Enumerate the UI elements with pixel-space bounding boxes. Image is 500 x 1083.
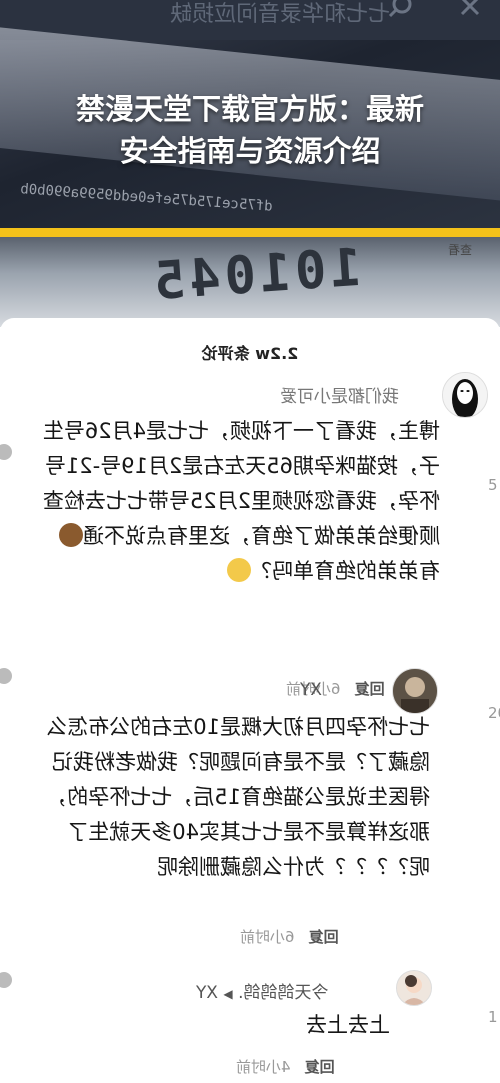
emoji-icon <box>227 558 251 582</box>
photo-corner-label: 查看 <box>448 243 473 257</box>
reply-to-username[interactable]: XY <box>196 983 218 1003</box>
comment-text: 博主，我看了一下视频，七七是4月26号生子，按猫咪孕期65天左右是2月19号-2… <box>40 414 440 589</box>
comment-time: 6小时前 <box>240 928 295 946</box>
comment-text: 上去上去 <box>306 1013 390 1037</box>
photo-number: 101045 <box>148 237 364 313</box>
photo-avatar-icon <box>393 669 437 713</box>
like-count: 1 <box>488 1008 498 1026</box>
photo-avatar-icon <box>397 971 431 1005</box>
reply-arrow-icon: ▶ <box>223 987 233 1001</box>
avatar[interactable] <box>396 970 432 1006</box>
comment-username: 今天鸽鸽鸽. ▶ XY <box>196 978 386 1003</box>
header-banner: 七七和华录音问应损缺 df75ce175d75efe0edd9599a990b0… <box>0 0 500 232</box>
comment-username[interactable]: XY <box>300 680 380 700</box>
like-icon[interactable] <box>0 668 12 684</box>
comments-panel: 2.2w 条评论 我们都是小可爱 博主，我看了一下视频，七七是4月26号生子，按… <box>0 318 500 1083</box>
comment-body: 博主，我看了一下视频，七七是4月26号生子，按猫咪孕期65天左右是2月19号-2… <box>42 419 440 548</box>
like-icon[interactable] <box>0 972 12 988</box>
comment-time: 4小时前 <box>236 1058 291 1076</box>
search-icon <box>388 0 412 18</box>
like-icon[interactable] <box>0 444 12 460</box>
article-title: 禁漫天堂下载官方版：最新 安全指南与资源介绍 <box>0 88 500 172</box>
comment-count: 2.2w 条评论 <box>201 344 299 363</box>
hash-text: df75ce175d75efe0edd9599a990b0b <box>19 181 274 215</box>
close-icon <box>460 0 480 16</box>
no-face-avatar-icon <box>443 373 487 417</box>
like-count: 5 <box>488 476 498 494</box>
comment-text: 七七怀孕四月初大概是10左右的公布怎么隐藏了？是不是有问题呢？我做老粉我记得医生… <box>46 715 430 879</box>
comment-meta: 回复 4小时前 <box>236 1056 386 1077</box>
reply-button[interactable]: 回复 <box>309 928 339 946</box>
search-query-text: 七七和华录音问应损缺 <box>169 2 390 27</box>
reply-button[interactable]: 回复 <box>305 1058 335 1076</box>
like-count: 20 <box>488 704 500 722</box>
title-line-2: 安全指南与资源介绍 <box>119 134 381 168</box>
emoji-icon <box>59 523 83 547</box>
title-line-1: 禁漫天堂下载官方版：最新 <box>75 92 424 126</box>
comment-meta: 回复 6小时前 <box>240 926 390 947</box>
background-photo: 101045 查看 <box>0 237 500 327</box>
avatar[interactable] <box>442 372 488 418</box>
avatar[interactable] <box>392 668 438 714</box>
comment-username[interactable]: 我们都是小可爱 <box>280 382 430 407</box>
title-divider <box>0 228 500 237</box>
reply-username[interactable]: 今天鸽鸽鸽. <box>238 983 328 1003</box>
comment-body-tail: 有弟弟的绝育单吗？ <box>251 559 440 583</box>
